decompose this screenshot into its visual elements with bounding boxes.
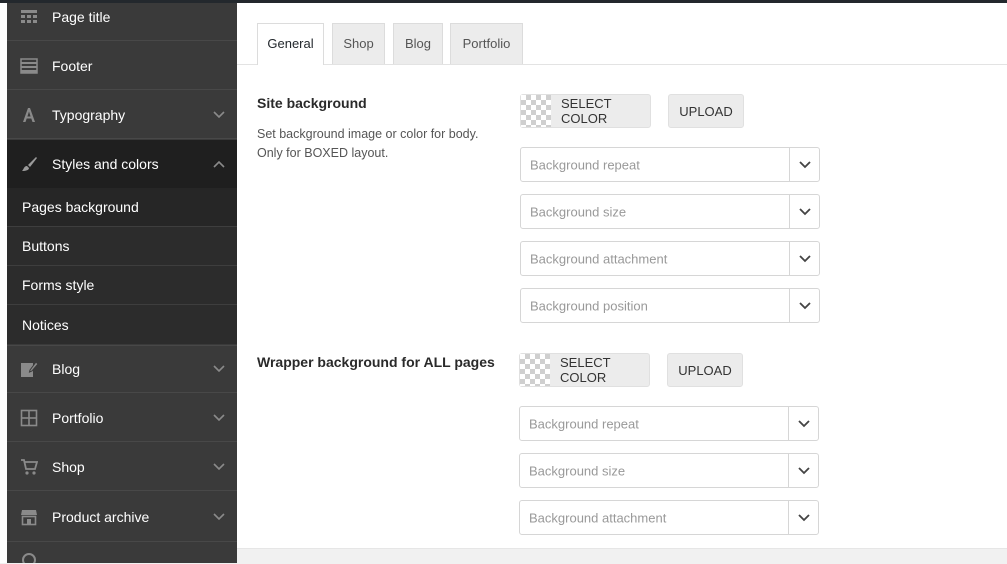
table-icon: [21, 9, 37, 23]
wrapper-select-color-button[interactable]: SELECT COLOR: [519, 353, 650, 387]
store-icon: [21, 510, 37, 526]
select-placeholder: Background attachment: [529, 510, 667, 525]
chevron-down-icon: [213, 110, 225, 118]
sidebar-item-label: Page title: [52, 8, 111, 25]
partial-icon: [22, 553, 36, 563]
sidebar: Page title Footer Typography Styles and …: [7, 3, 237, 563]
chevron-down-icon: [798, 514, 810, 522]
sidebar-subitem-label: Buttons: [22, 238, 70, 254]
sidebar-item-partial[interactable]: [7, 542, 237, 563]
site-background-repeat-select[interactable]: Background repeat: [520, 147, 820, 182]
sidebar-item-label: Blog: [52, 361, 81, 377]
sidebar-subitem-notices[interactable]: Notices: [7, 305, 237, 344]
chevron-down-icon: [213, 513, 225, 521]
wrapper-background-repeat-select[interactable]: Background repeat: [519, 406, 819, 441]
tab-shop[interactable]: Shop: [332, 23, 385, 64]
grid-icon: [20, 409, 38, 426]
select-placeholder: Background repeat: [530, 157, 640, 172]
wrapper-background-size-select[interactable]: Background size: [519, 453, 819, 488]
select-placeholder: Background repeat: [529, 416, 639, 431]
chevron-down-icon: [799, 255, 811, 263]
tab-bar: General Shop Blog Portfolio: [237, 3, 1007, 65]
chevron-down-icon: [213, 413, 225, 421]
sidebar-subitem-label: Notices: [22, 316, 69, 333]
wrapper-background-attachment-select[interactable]: Background attachment: [519, 500, 819, 535]
sidebar-item-page-title[interactable]: Page title: [7, 3, 237, 41]
chevron-down-icon: [799, 208, 811, 216]
sidebar-item-label: Shop: [52, 458, 85, 475]
tab-general[interactable]: General: [257, 23, 324, 65]
sidebar-item-portfolio[interactable]: Portfolio: [7, 394, 237, 442]
chevron-down-icon: [213, 462, 225, 470]
sidebar-item-blog[interactable]: Blog: [7, 345, 237, 393]
site-upload-button[interactable]: UPLOAD: [668, 94, 744, 128]
sidebar-item-label: Product archive: [52, 509, 150, 525]
chevron-down-icon: [213, 365, 225, 373]
select-placeholder: Background size: [529, 463, 626, 478]
tab-portfolio[interactable]: Portfolio: [450, 23, 523, 64]
site-background-size-select[interactable]: Background size: [520, 194, 820, 229]
sidebar-subitem-label: Forms style: [22, 277, 95, 293]
site-background-attachment-select[interactable]: Background attachment: [520, 241, 820, 276]
select-placeholder: Background size: [530, 204, 627, 219]
chevron-down-icon: [798, 420, 810, 428]
brush-icon: [22, 157, 37, 171]
site-background-description: Set background image or color for body. …: [257, 127, 479, 160]
left-edge: [0, 3, 7, 563]
chevron-down-icon: [799, 161, 811, 169]
typography-icon: [23, 107, 35, 122]
site-background-title: Site background: [257, 95, 367, 111]
select-placeholder: Background position: [530, 298, 648, 313]
select-color-label: SELECT COLOR: [561, 96, 612, 126]
color-swatch: [521, 95, 551, 127]
select-color-label: SELECT COLOR: [560, 355, 611, 385]
settings-panel: General Shop Blog Portfolio Site backgro…: [237, 3, 1007, 548]
wrapper-upload-button[interactable]: UPLOAD: [667, 353, 743, 387]
sidebar-subitem-label: Pages background: [22, 199, 139, 215]
select-placeholder: Background attachment: [530, 251, 668, 266]
site-select-color-button[interactable]: SELECT COLOR: [520, 94, 651, 128]
cart-icon: [21, 458, 38, 475]
sidebar-item-styles-and-colors[interactable]: Styles and colors: [7, 140, 237, 188]
sidebar-item-label: Styles and colors: [52, 156, 159, 172]
wrapper-background-title: Wrapper background for ALL pages: [257, 354, 495, 370]
bottom-strip: [237, 548, 1007, 564]
tab-blog[interactable]: Blog: [393, 23, 443, 64]
sidebar-subitem-buttons[interactable]: Buttons: [7, 227, 237, 266]
sidebar-subitem-forms-style[interactable]: Forms style: [7, 266, 237, 305]
chevron-down-icon: [799, 302, 811, 310]
footer-icon: [20, 57, 38, 74]
sidebar-item-product-archive[interactable]: Product archive: [7, 493, 237, 542]
chevron-up-icon: [213, 160, 225, 168]
sidebar-item-footer[interactable]: Footer: [7, 42, 237, 90]
chevron-down-icon: [798, 467, 810, 475]
sidebar-item-shop[interactable]: Shop: [7, 443, 237, 491]
sidebar-item-typography[interactable]: Typography: [7, 91, 237, 139]
sidebar-item-label: Portfolio: [52, 409, 104, 426]
site-background-position-select[interactable]: Background position: [520, 288, 820, 323]
color-swatch: [520, 354, 550, 386]
sidebar-item-label: Typography: [52, 106, 126, 123]
sidebar-subitem-pages-background[interactable]: Pages background: [7, 188, 237, 227]
edit-icon: [21, 361, 38, 377]
sidebar-item-label: Footer: [52, 57, 93, 74]
